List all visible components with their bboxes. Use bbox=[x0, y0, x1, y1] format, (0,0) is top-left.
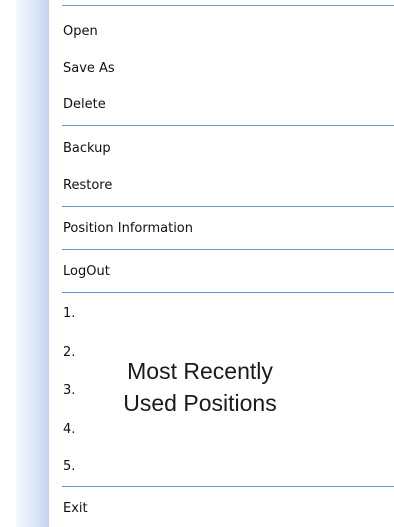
menu-top-border bbox=[62, 5, 394, 6]
menu-icon-gutter bbox=[16, 0, 49, 527]
menu-item-backup[interactable]: Backup bbox=[63, 136, 111, 162]
menu-item-recent-4[interactable]: 4. bbox=[63, 417, 75, 443]
menu-separator bbox=[62, 249, 394, 250]
menu-item-restore[interactable]: Restore bbox=[63, 173, 112, 199]
menu-item-exit[interactable]: Exit bbox=[63, 496, 88, 522]
menu-separator bbox=[62, 125, 394, 126]
menu-item-position-information[interactable]: Position Information bbox=[63, 216, 193, 242]
menu-separator bbox=[62, 206, 394, 207]
annotation-line-2: Used Positions bbox=[123, 390, 277, 416]
menu-item-save-as[interactable]: Save As bbox=[63, 56, 115, 82]
menu-item-logout[interactable]: LogOut bbox=[63, 259, 110, 285]
menu-separator bbox=[62, 292, 394, 293]
menu-item-open[interactable]: Open bbox=[63, 19, 98, 45]
menu-separator bbox=[62, 486, 394, 487]
menu-item-recent-3[interactable]: 3. bbox=[63, 378, 75, 404]
menu-item-delete[interactable]: Delete bbox=[63, 92, 106, 118]
annotation-line-1: Most Recently bbox=[127, 358, 273, 384]
menu-item-recent-2[interactable]: 2. bbox=[63, 340, 75, 366]
menu-item-recent-5[interactable]: 5. bbox=[63, 454, 75, 480]
menu-item-recent-1[interactable]: 1. bbox=[63, 301, 75, 327]
recent-positions-annotation: Most Recently Used Positions bbox=[80, 355, 320, 419]
file-context-menu: Open Save As Delete Backup Restore Posit… bbox=[16, 0, 394, 527]
